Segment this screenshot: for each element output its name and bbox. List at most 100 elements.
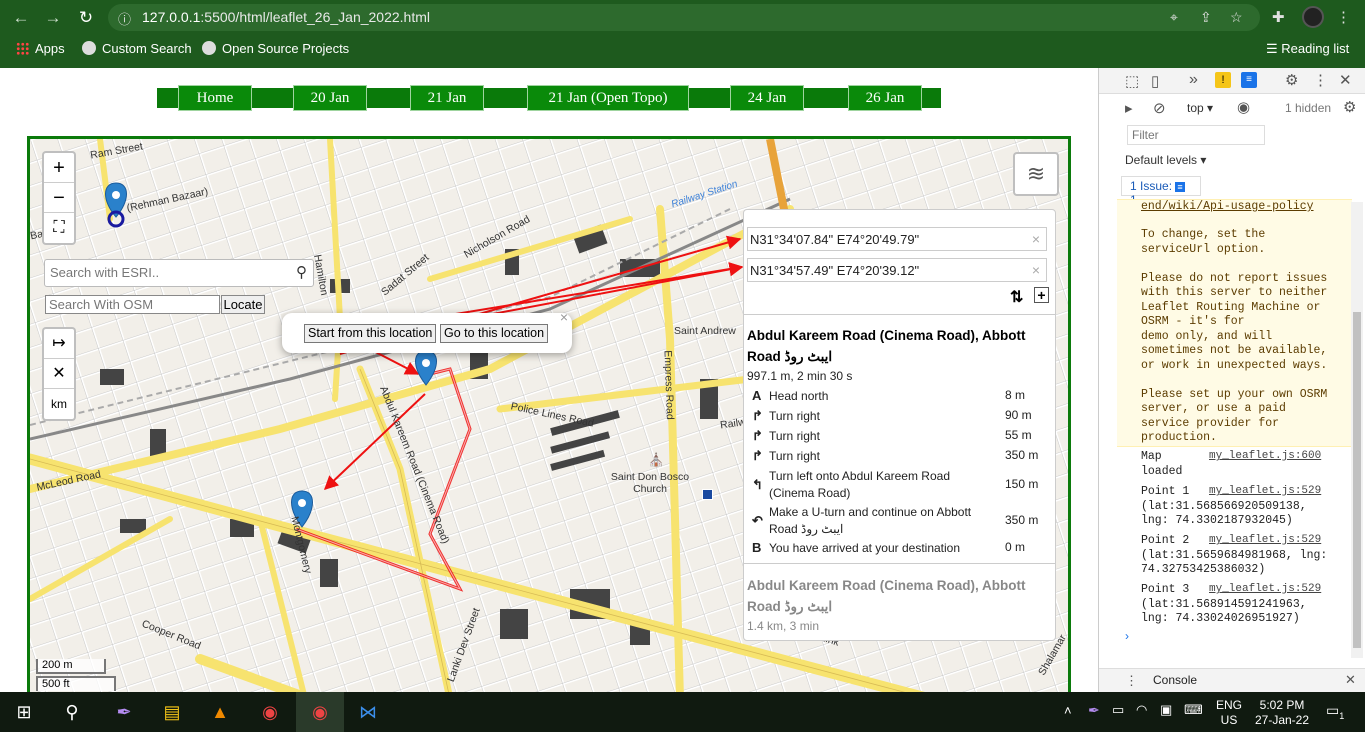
settings-gear-icon[interactable]: ⚙: [1285, 71, 1298, 89]
reading-list-icon: ☰: [1266, 41, 1282, 56]
nav-26-jan[interactable]: 26 Jan: [848, 85, 922, 111]
reverse-waypoints-icon[interactable]: ⇅: [1010, 287, 1023, 307]
instruction-row[interactable]: B You have arrived at your destination 0 m: [747, 540, 1047, 560]
log-source-link[interactable]: my_leaflet.js:529: [1209, 485, 1321, 497]
file-explorer-icon[interactable]: ▤: [148, 692, 196, 732]
unit-km-button[interactable]: km: [44, 389, 74, 419]
bookmark-star-icon[interactable]: ☆: [1230, 9, 1243, 26]
leaflet-map[interactable]: Railway Station Nicholson Road Sadat Str…: [27, 136, 1071, 692]
nav-21-jan[interactable]: 21 Jan: [410, 85, 484, 111]
address-bar[interactable]: ⓘ 127.0.0.1:5500/html/leaflet_26_Jan_202…: [108, 4, 1260, 31]
back-button[interactable]: ←: [10, 7, 32, 29]
keyboard-icon[interactable]: ⌨: [1184, 702, 1203, 718]
nav-21-jan-open-topo[interactable]: 21 Jan (Open Topo): [527, 85, 689, 111]
windows-start-icon[interactable]: ⊞: [0, 692, 48, 732]
zoom-in-button[interactable]: +: [44, 153, 74, 183]
route2-title[interactable]: Abdul Kareem Road (Cinema Road), Abbott …: [747, 575, 1047, 617]
default-levels-dropdown[interactable]: Default levels ▾: [1125, 153, 1206, 167]
issues-button[interactable]: 1 Issue: ≡ 1: [1121, 176, 1201, 207]
reload-button[interactable]: ↻: [75, 7, 97, 29]
nav-home[interactable]: Home: [178, 85, 252, 111]
device-toolbar-icon[interactable]: ▯: [1151, 72, 1159, 90]
warning-link[interactable]: end/wiki/Api-usage-policy: [1141, 200, 1314, 215]
warning-icon[interactable]: !: [1215, 72, 1231, 88]
chrome-active-icon[interactable]: ◉: [296, 692, 344, 732]
menu-icon[interactable]: ⋮: [1336, 8, 1351, 26]
context-select[interactable]: top ▾: [1187, 101, 1213, 115]
vlc-icon[interactable]: ▲: [196, 692, 244, 732]
clock[interactable]: 5:02 PM 27-Jan-22: [1254, 698, 1310, 728]
site-info-icon[interactable]: ⓘ: [118, 9, 131, 28]
console-prompt-icon[interactable]: ›: [1125, 629, 1129, 643]
display-icon[interactable]: ▣: [1160, 702, 1172, 718]
fullscreen-button[interactable]: ⛶: [44, 213, 74, 243]
clear-measure-icon[interactable]: ✕: [44, 359, 74, 389]
osm-search-input[interactable]: Search With OSM: [45, 295, 220, 314]
devtools-menu-icon[interactable]: ⋮: [1313, 71, 1328, 89]
route1-summary: 997.1 m, 2 min 30 s: [747, 369, 853, 383]
wifi-icon[interactable]: ◠: [1136, 702, 1147, 718]
zoom-out-button[interactable]: −: [44, 183, 74, 213]
log-source-link[interactable]: my_leaflet.js:600: [1209, 450, 1321, 462]
clear-console-icon[interactable]: ⊘: [1153, 99, 1166, 117]
close-devtools-icon[interactable]: ✕: [1339, 71, 1352, 89]
locate-button[interactable]: Locate: [221, 295, 265, 314]
tray-chevron-icon[interactable]: ˄: [1064, 703, 1072, 718]
filter-input[interactable]: Filter: [1127, 125, 1265, 145]
log-source-link[interactable]: my_leaflet.js:529: [1209, 534, 1321, 546]
inspect-icon[interactable]: ⬚: [1125, 72, 1139, 90]
reading-list[interactable]: ☰ Reading list: [1266, 41, 1349, 57]
share-icon[interactable]: ⇪: [1200, 9, 1212, 26]
popup-close-icon[interactable]: ×: [560, 309, 568, 325]
bookmark-apps[interactable]: Apps: [16, 41, 65, 56]
log-source-link[interactable]: my_leaflet.js:529: [1209, 583, 1321, 595]
feather-app-icon[interactable]: ✒: [100, 692, 148, 732]
divider: [744, 314, 1055, 315]
instruction-row[interactable]: ↶ Make a U-turn and continue on Abbott Ro…: [747, 504, 1047, 540]
route1-title[interactable]: Abdul Kareem Road (Cinema Road), Abbott …: [747, 325, 1047, 367]
console-settings-icon[interactable]: ⚙: [1343, 98, 1356, 116]
hidden-count[interactable]: 1 hidden: [1285, 101, 1331, 115]
scrollbar[interactable]: [1351, 202, 1363, 658]
add-waypoint-button[interactable]: +: [1034, 287, 1049, 303]
console-tab[interactable]: Console: [1153, 673, 1197, 687]
instruction-row[interactable]: ↱ Turn right 350 m: [747, 448, 1047, 468]
notification-icon[interactable]: ▭1: [1326, 702, 1344, 721]
measure-icon[interactable]: ↦: [44, 329, 74, 359]
search-icon[interactable]: ⚲: [48, 692, 96, 732]
scrollbar-thumb[interactable]: [1353, 312, 1361, 648]
extensions-icon[interactable]: ✚: [1272, 8, 1285, 26]
sidebar-toggle-icon[interactable]: ▸: [1125, 99, 1133, 117]
nav-20-jan[interactable]: 20 Jan: [293, 85, 367, 111]
location-icon[interactable]: ⌖: [1170, 9, 1178, 26]
battery-icon[interactable]: ▭: [1112, 702, 1124, 718]
go-to-location-button[interactable]: Go to this location: [440, 324, 549, 343]
language-indicator[interactable]: ENG US: [1216, 698, 1242, 728]
bookmark-open-source[interactable]: Open Source Projects: [202, 41, 349, 56]
instruction-row[interactable]: ↱ Turn right 55 m: [747, 428, 1047, 448]
waypoint-to-input[interactable]: N31°34'57.49" E74°20'39.12" ×: [747, 258, 1047, 282]
drawer-menu-icon[interactable]: ⋮: [1125, 673, 1138, 689]
close-drawer-icon[interactable]: ✕: [1345, 672, 1356, 688]
profile-avatar[interactable]: [1302, 6, 1324, 28]
instruction-row[interactable]: ↱ Turn right 90 m: [747, 408, 1047, 428]
nav-24-jan[interactable]: 24 Jan: [730, 85, 804, 111]
issues-icon[interactable]: ≡: [1241, 72, 1257, 88]
esri-search-input[interactable]: Search with ESRI.. ⚲: [44, 259, 314, 287]
eye-icon[interactable]: ◉: [1237, 98, 1250, 116]
search-icon[interactable]: ⚲: [296, 263, 307, 281]
forward-button[interactable]: →: [42, 7, 64, 29]
tray-feather-icon[interactable]: ✒: [1088, 702, 1100, 719]
layers-control-icon[interactable]: ≋: [1013, 152, 1059, 196]
start-from-location-button[interactable]: Start from this location: [304, 324, 437, 343]
vscode-icon[interactable]: ⋈: [344, 692, 392, 732]
bookmark-custom-search[interactable]: Custom Search: [82, 41, 192, 56]
instruction-row[interactable]: A Head north 8 m: [747, 388, 1047, 408]
waypoint-from-input[interactable]: N31°34'07.84" E74°20'49.79" ×: [747, 227, 1047, 251]
more-tabs-icon[interactable]: »: [1189, 71, 1198, 89]
remove-waypoint-icon[interactable]: ×: [1032, 231, 1040, 247]
label-saint-don-bosco: Saint Don Bosco Church: [610, 471, 690, 495]
remove-waypoint-icon[interactable]: ×: [1032, 262, 1040, 278]
instruction-row[interactable]: ↰ Turn left onto Abdul Kareem Road (Cinem…: [747, 468, 1047, 504]
chrome-icon[interactable]: ◉: [246, 692, 294, 732]
